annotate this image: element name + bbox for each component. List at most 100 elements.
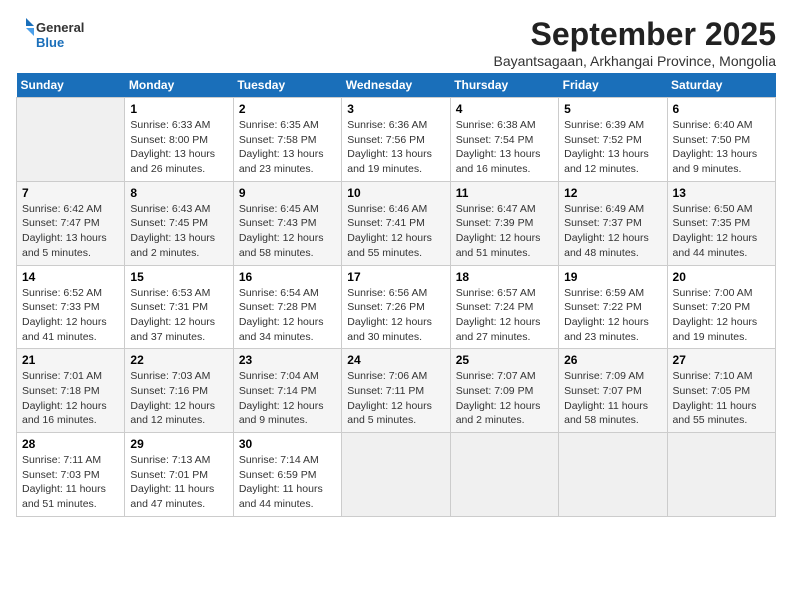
- calendar-cell: 9 Sunrise: 6:45 AMSunset: 7:43 PMDayligh…: [233, 181, 341, 265]
- calendar-cell: 23 Sunrise: 7:04 AMSunset: 7:14 PMDaylig…: [233, 349, 341, 433]
- week-row-1: 1 Sunrise: 6:33 AMSunset: 8:00 PMDayligh…: [17, 98, 776, 182]
- day-info: Sunrise: 7:10 AMSunset: 7:05 PMDaylight:…: [673, 370, 757, 426]
- day-info: Sunrise: 6:45 AMSunset: 7:43 PMDaylight:…: [239, 203, 324, 259]
- day-number: 20: [673, 270, 770, 284]
- calendar-cell: 16 Sunrise: 6:54 AMSunset: 7:28 PMDaylig…: [233, 265, 341, 349]
- day-info: Sunrise: 7:01 AMSunset: 7:18 PMDaylight:…: [22, 370, 107, 426]
- calendar-cell: [17, 98, 125, 182]
- day-info: Sunrise: 7:06 AMSunset: 7:11 PMDaylight:…: [347, 370, 432, 426]
- day-info: Sunrise: 7:13 AMSunset: 7:01 PMDaylight:…: [130, 454, 214, 510]
- calendar-cell: 14 Sunrise: 6:52 AMSunset: 7:33 PMDaylig…: [17, 265, 125, 349]
- calendar-cell: 12 Sunrise: 6:49 AMSunset: 7:37 PMDaylig…: [559, 181, 667, 265]
- calendar-table: SundayMondayTuesdayWednesdayThursdayFrid…: [16, 73, 776, 517]
- weekday-header-thursday: Thursday: [450, 73, 558, 98]
- day-info: Sunrise: 6:49 AMSunset: 7:37 PMDaylight:…: [564, 203, 649, 259]
- day-number: 18: [456, 270, 553, 284]
- day-info: Sunrise: 6:42 AMSunset: 7:47 PMDaylight:…: [22, 203, 107, 259]
- day-number: 5: [564, 102, 661, 116]
- calendar-cell: 7 Sunrise: 6:42 AMSunset: 7:47 PMDayligh…: [17, 181, 125, 265]
- logo: General Blue: [16, 16, 96, 52]
- day-number: 13: [673, 186, 770, 200]
- day-info: Sunrise: 6:47 AMSunset: 7:39 PMDaylight:…: [456, 203, 541, 259]
- page-subtitle: Bayantsagaan, Arkhangai Province, Mongol…: [493, 53, 776, 69]
- calendar-cell: [450, 433, 558, 517]
- svg-text:General: General: [36, 20, 84, 35]
- calendar-cell: 24 Sunrise: 7:06 AMSunset: 7:11 PMDaylig…: [342, 349, 450, 433]
- day-info: Sunrise: 6:38 AMSunset: 7:54 PMDaylight:…: [456, 119, 541, 175]
- calendar-cell: [667, 433, 775, 517]
- title-block: September 2025 Bayantsagaan, Arkhangai P…: [493, 16, 776, 69]
- day-number: 15: [130, 270, 227, 284]
- day-info: Sunrise: 6:53 AMSunset: 7:31 PMDaylight:…: [130, 287, 215, 343]
- weekday-header-monday: Monday: [125, 73, 233, 98]
- week-row-5: 28 Sunrise: 7:11 AMSunset: 7:03 PMDaylig…: [17, 433, 776, 517]
- day-info: Sunrise: 6:57 AMSunset: 7:24 PMDaylight:…: [456, 287, 541, 343]
- calendar-cell: 20 Sunrise: 7:00 AMSunset: 7:20 PMDaylig…: [667, 265, 775, 349]
- day-info: Sunrise: 6:54 AMSunset: 7:28 PMDaylight:…: [239, 287, 324, 343]
- day-info: Sunrise: 6:39 AMSunset: 7:52 PMDaylight:…: [564, 119, 649, 175]
- calendar-cell: 6 Sunrise: 6:40 AMSunset: 7:50 PMDayligh…: [667, 98, 775, 182]
- day-number: 10: [347, 186, 444, 200]
- weekday-header-friday: Friday: [559, 73, 667, 98]
- calendar-cell: 13 Sunrise: 6:50 AMSunset: 7:35 PMDaylig…: [667, 181, 775, 265]
- day-number: 16: [239, 270, 336, 284]
- logo-svg: General Blue: [16, 16, 96, 52]
- day-number: 26: [564, 353, 661, 367]
- day-info: Sunrise: 7:14 AMSunset: 6:59 PMDaylight:…: [239, 454, 323, 510]
- day-number: 14: [22, 270, 119, 284]
- weekday-header-row: SundayMondayTuesdayWednesdayThursdayFrid…: [17, 73, 776, 98]
- page-header: General Blue September 2025 Bayantsagaan…: [16, 16, 776, 69]
- day-info: Sunrise: 6:40 AMSunset: 7:50 PMDaylight:…: [673, 119, 758, 175]
- day-info: Sunrise: 6:46 AMSunset: 7:41 PMDaylight:…: [347, 203, 432, 259]
- calendar-cell: 10 Sunrise: 6:46 AMSunset: 7:41 PMDaylig…: [342, 181, 450, 265]
- calendar-cell: 1 Sunrise: 6:33 AMSunset: 8:00 PMDayligh…: [125, 98, 233, 182]
- day-number: 2: [239, 102, 336, 116]
- day-number: 27: [673, 353, 770, 367]
- day-number: 3: [347, 102, 444, 116]
- day-number: 1: [130, 102, 227, 116]
- day-info: Sunrise: 7:00 AMSunset: 7:20 PMDaylight:…: [673, 287, 758, 343]
- day-number: 17: [347, 270, 444, 284]
- day-number: 9: [239, 186, 336, 200]
- day-info: Sunrise: 7:04 AMSunset: 7:14 PMDaylight:…: [239, 370, 324, 426]
- day-number: 25: [456, 353, 553, 367]
- day-number: 30: [239, 437, 336, 451]
- calendar-cell: 19 Sunrise: 6:59 AMSunset: 7:22 PMDaylig…: [559, 265, 667, 349]
- day-info: Sunrise: 6:43 AMSunset: 7:45 PMDaylight:…: [130, 203, 215, 259]
- calendar-cell: 27 Sunrise: 7:10 AMSunset: 7:05 PMDaylig…: [667, 349, 775, 433]
- calendar-cell: 22 Sunrise: 7:03 AMSunset: 7:16 PMDaylig…: [125, 349, 233, 433]
- day-number: 28: [22, 437, 119, 451]
- calendar-cell: 26 Sunrise: 7:09 AMSunset: 7:07 PMDaylig…: [559, 349, 667, 433]
- day-info: Sunrise: 7:11 AMSunset: 7:03 PMDaylight:…: [22, 454, 106, 510]
- calendar-cell: [559, 433, 667, 517]
- calendar-cell: 11 Sunrise: 6:47 AMSunset: 7:39 PMDaylig…: [450, 181, 558, 265]
- calendar-cell: 25 Sunrise: 7:07 AMSunset: 7:09 PMDaylig…: [450, 349, 558, 433]
- day-number: 23: [239, 353, 336, 367]
- day-info: Sunrise: 6:56 AMSunset: 7:26 PMDaylight:…: [347, 287, 432, 343]
- calendar-cell: 29 Sunrise: 7:13 AMSunset: 7:01 PMDaylig…: [125, 433, 233, 517]
- day-info: Sunrise: 6:59 AMSunset: 7:22 PMDaylight:…: [564, 287, 649, 343]
- week-row-3: 14 Sunrise: 6:52 AMSunset: 7:33 PMDaylig…: [17, 265, 776, 349]
- calendar-cell: 17 Sunrise: 6:56 AMSunset: 7:26 PMDaylig…: [342, 265, 450, 349]
- calendar-cell: 30 Sunrise: 7:14 AMSunset: 6:59 PMDaylig…: [233, 433, 341, 517]
- day-number: 22: [130, 353, 227, 367]
- day-number: 21: [22, 353, 119, 367]
- weekday-header-sunday: Sunday: [17, 73, 125, 98]
- weekday-header-tuesday: Tuesday: [233, 73, 341, 98]
- calendar-cell: 15 Sunrise: 6:53 AMSunset: 7:31 PMDaylig…: [125, 265, 233, 349]
- day-info: Sunrise: 6:35 AMSunset: 7:58 PMDaylight:…: [239, 119, 324, 175]
- day-info: Sunrise: 6:36 AMSunset: 7:56 PMDaylight:…: [347, 119, 432, 175]
- day-info: Sunrise: 6:52 AMSunset: 7:33 PMDaylight:…: [22, 287, 107, 343]
- day-number: 12: [564, 186, 661, 200]
- calendar-cell: 18 Sunrise: 6:57 AMSunset: 7:24 PMDaylig…: [450, 265, 558, 349]
- week-row-4: 21 Sunrise: 7:01 AMSunset: 7:18 PMDaylig…: [17, 349, 776, 433]
- day-number: 19: [564, 270, 661, 284]
- day-number: 29: [130, 437, 227, 451]
- day-number: 7: [22, 186, 119, 200]
- calendar-cell: 3 Sunrise: 6:36 AMSunset: 7:56 PMDayligh…: [342, 98, 450, 182]
- day-info: Sunrise: 6:33 AMSunset: 8:00 PMDaylight:…: [130, 119, 215, 175]
- day-info: Sunrise: 6:50 AMSunset: 7:35 PMDaylight:…: [673, 203, 758, 259]
- calendar-cell: 2 Sunrise: 6:35 AMSunset: 7:58 PMDayligh…: [233, 98, 341, 182]
- day-number: 6: [673, 102, 770, 116]
- day-number: 8: [130, 186, 227, 200]
